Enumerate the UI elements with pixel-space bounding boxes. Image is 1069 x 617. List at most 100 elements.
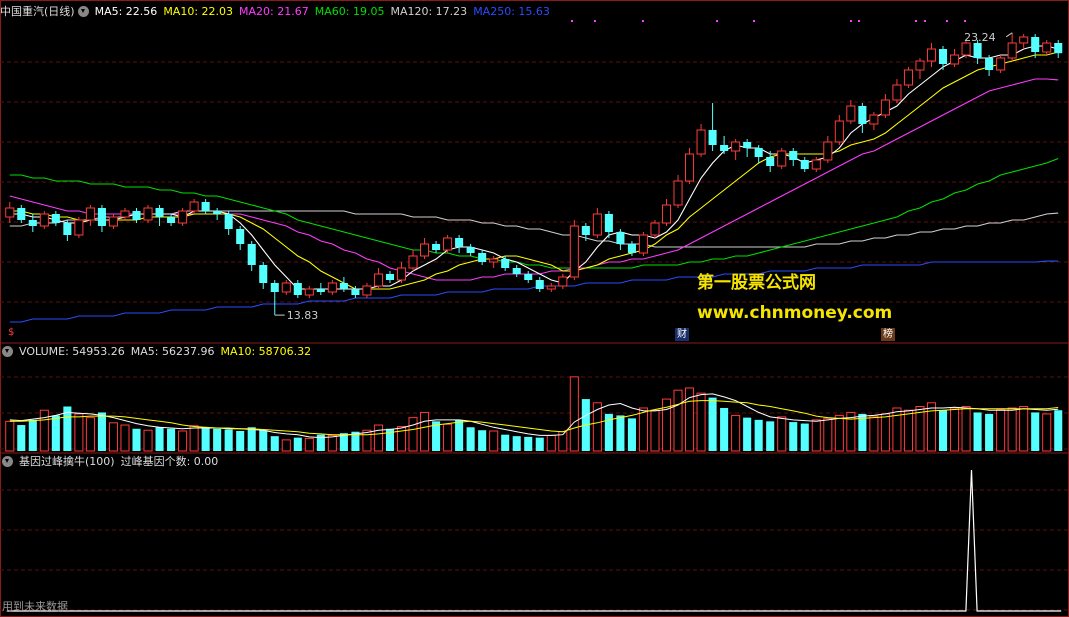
volume-bar	[512, 436, 521, 451]
candle-body	[167, 217, 176, 223]
tag-cai[interactable]: 财	[675, 328, 689, 341]
volume-bar	[189, 425, 199, 452]
candle-body	[926, 48, 937, 62]
candle-body	[789, 151, 798, 160]
event-dot	[850, 20, 852, 22]
candle-body	[420, 243, 430, 257]
volume-bar	[766, 421, 775, 451]
volume-bar	[1042, 413, 1052, 452]
volume-bar	[811, 419, 821, 452]
candle-body	[696, 129, 706, 155]
tag-bang[interactable]: 榜	[881, 328, 895, 341]
volume-bar	[926, 402, 937, 452]
candle-body	[1042, 42, 1052, 53]
candle-body	[512, 268, 521, 274]
candle-body	[1007, 42, 1017, 59]
volume-bar	[327, 434, 337, 452]
volume-bar	[1054, 410, 1063, 451]
candle-body	[731, 141, 741, 152]
event-dot	[571, 20, 573, 22]
candle-body	[327, 282, 337, 293]
volume-bar	[132, 428, 141, 451]
chart-canvas: 23.24 13.83	[0, 0, 1069, 617]
footer-note: 用到未来数据	[2, 600, 68, 613]
candle-body	[858, 106, 867, 124]
volume-bar	[478, 430, 487, 451]
volume-bar	[777, 416, 787, 452]
volume-bar	[5, 420, 15, 452]
volume-bar	[443, 423, 453, 452]
volume-bar	[858, 413, 867, 451]
candle-body	[961, 42, 971, 56]
candle-body	[892, 84, 902, 101]
candle-body	[201, 202, 210, 211]
event-dot	[915, 20, 917, 22]
volume-bar	[1031, 412, 1040, 451]
candle-body	[823, 141, 833, 161]
candle-body	[236, 229, 245, 244]
candle-body	[604, 214, 613, 232]
candle-body	[834, 120, 844, 143]
volume-bar	[720, 407, 729, 451]
volume-bar	[259, 430, 268, 451]
candle-body	[1054, 43, 1063, 54]
event-dot	[858, 20, 860, 22]
ma-line-ma5	[9, 45, 1059, 290]
candle-body	[17, 208, 26, 220]
volume-bar	[28, 419, 37, 451]
candle-body	[351, 289, 360, 295]
candle-body	[339, 283, 348, 289]
candle-body	[270, 283, 279, 292]
candle-body	[155, 208, 164, 217]
candle-body	[97, 208, 106, 226]
candle-body	[408, 255, 418, 269]
volume-bar	[546, 434, 556, 452]
volume-bar	[270, 436, 279, 451]
candle-body	[973, 43, 982, 58]
volume-bar	[466, 427, 475, 451]
candle-body	[1031, 37, 1040, 52]
candle-body	[466, 247, 475, 253]
volume-bar	[178, 430, 188, 452]
event-dot	[642, 20, 644, 22]
candle-body	[189, 201, 199, 212]
candle-body	[581, 226, 590, 235]
candle-body	[800, 160, 809, 169]
candle-body	[811, 159, 821, 170]
candle-body	[743, 142, 752, 148]
ma-line-ma250	[9, 260, 1059, 323]
event-dot	[753, 20, 755, 22]
candle-body	[915, 60, 925, 71]
volume-bar	[616, 415, 625, 451]
volume-bar	[789, 422, 798, 451]
volume-bar	[143, 429, 153, 452]
candle-body	[259, 265, 268, 283]
volume-bar	[731, 414, 741, 452]
candle-body	[108, 216, 118, 227]
volume-bar	[455, 419, 464, 451]
event-dot	[716, 20, 718, 22]
volume-bar	[973, 412, 982, 451]
candle-body	[880, 99, 890, 116]
volume-bar	[673, 389, 683, 452]
tag-left: $	[8, 327, 15, 338]
candle-body	[316, 289, 325, 292]
candle-body	[720, 145, 729, 151]
volume-bar	[236, 430, 245, 451]
ma-line-ma60	[9, 157, 1059, 269]
candle-body	[455, 238, 464, 247]
volume-bar	[961, 406, 971, 452]
candle-body	[143, 207, 153, 221]
candle-body	[120, 210, 130, 218]
candle-body	[869, 114, 879, 125]
volume-bar	[996, 408, 1006, 452]
candle-body	[673, 180, 683, 206]
candle-body	[478, 253, 487, 262]
volume-bar	[1007, 407, 1017, 452]
volume-bar	[535, 437, 544, 451]
volume-bar	[51, 415, 60, 451]
candle-body	[385, 274, 395, 280]
volume-bar	[650, 409, 660, 452]
volume-bar	[708, 397, 717, 451]
volume-bar	[39, 409, 49, 452]
